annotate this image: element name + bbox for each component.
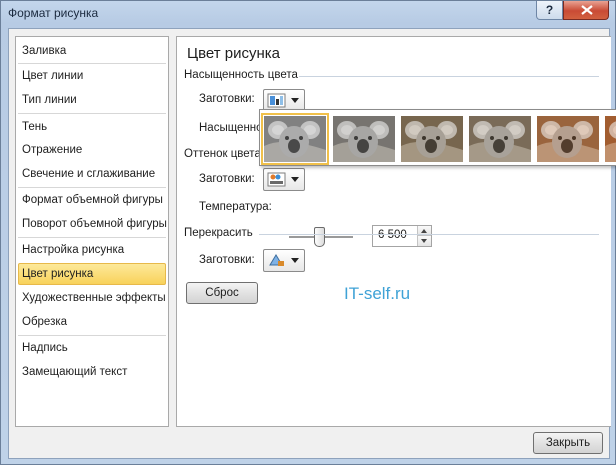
color-tone-icon (267, 172, 286, 187)
settings-panel: Цвет рисунка Насыщенность цвета Заготовк… (176, 36, 611, 427)
reset-button[interactable]: Сброс (186, 282, 258, 304)
help-icon: ? (545, 3, 554, 17)
saturation-presets-label: Заготовки: (199, 93, 255, 105)
preset-thumbnail[interactable] (333, 116, 395, 162)
nav-item-label: Тип линии (22, 94, 77, 106)
nav-separator (18, 187, 166, 188)
koala-image (537, 116, 599, 162)
recolor-presets-label: Заготовки: (199, 254, 255, 266)
preset-thumbnail[interactable] (605, 116, 616, 162)
tone-presets-dropdown[interactable] (263, 168, 305, 191)
temperature-value: 6 500 (378, 229, 407, 241)
nav-separator (18, 335, 166, 336)
tone-heading: Оттенок цвета (184, 148, 261, 160)
watermark-text: IT-self.ru (344, 284, 411, 303)
title-bar[interactable]: Формат рисунка ? (1, 1, 616, 27)
nav-item-fill[interactable]: Заливка (18, 40, 166, 62)
nav-item-shadow[interactable]: Тень (18, 116, 166, 138)
nav-item-glow[interactable]: Свечение и сглаживание (18, 163, 166, 185)
nav-item-picture-color[interactable]: Цвет рисунка (18, 263, 166, 285)
nav-item-reflection[interactable]: Отражение (18, 139, 166, 161)
section-divider (259, 234, 599, 235)
nav-item-label: Тень (22, 121, 48, 133)
chevron-down-icon (291, 98, 299, 103)
stepper-down-button[interactable] (418, 236, 431, 246)
nav-separator (18, 63, 166, 64)
page-title: Цвет рисунка (187, 45, 281, 62)
preset-thumbnail[interactable] (261, 113, 329, 165)
koala-image (605, 116, 616, 162)
nav-separator (18, 237, 166, 238)
close-button[interactable]: Закрыть (533, 432, 603, 454)
section-divider (299, 76, 599, 77)
recolor-presets-dropdown[interactable] (263, 249, 305, 272)
close-icon (581, 5, 593, 15)
window-title: Формат рисунка (8, 6, 99, 20)
recolor-icon (269, 254, 284, 266)
koala-image (401, 116, 463, 162)
nav-item-label: Цвет рисунка (22, 268, 94, 280)
koala-image (333, 116, 395, 162)
nav-item-label: Цвет линии (22, 70, 84, 82)
nav-item-label: Заливка (22, 45, 67, 57)
temperature-stepper[interactable]: 6 500 (372, 225, 432, 247)
koala-image (469, 116, 531, 162)
nav-item-label: Замещающий текст (22, 366, 128, 378)
nav-item-label: Художественные эффекты (22, 292, 166, 304)
chevron-down-icon (291, 177, 299, 182)
nav-item-text-box[interactable]: Надпись (18, 337, 166, 359)
nav-item-label: Свечение и сглаживание (22, 168, 156, 180)
dialog-body: Заливка Цвет линии Тип линии Тень Отраже… (8, 28, 611, 459)
nav-separator (18, 113, 166, 114)
nav-item-artistic-effects[interactable]: Художественные эффекты (18, 287, 166, 309)
saturation-preset-gallery (259, 109, 616, 166)
saturation-heading: Насыщенность цвета (184, 69, 298, 81)
nav-item-label: Настройка рисунка (22, 244, 125, 256)
recolor-heading: Перекрасить (184, 227, 253, 239)
nav-item-3d-format[interactable]: Формат объемной фигуры (18, 189, 166, 211)
help-button[interactable]: ? (536, 1, 563, 20)
nav-item-label: Отражение (22, 144, 83, 156)
nav-item-alt-text[interactable]: Замещающий текст (18, 361, 166, 383)
nav-item-label: Формат объемной фигуры (22, 194, 163, 206)
saturation-preset-icon (267, 93, 286, 108)
nav-item-line-style[interactable]: Тип линии (18, 89, 166, 111)
nav-item-label: Надпись (22, 342, 68, 354)
tone-presets-label: Заготовки: (199, 173, 255, 185)
dialog-window: Формат рисунка ? Заливка Цвет линии Тип … (0, 0, 616, 465)
nav-item-picture-corrections[interactable]: Настройка рисунка (18, 239, 166, 261)
preset-thumbnail[interactable] (401, 116, 463, 162)
nav-item-label: Обрезка (22, 316, 68, 328)
preset-thumbnail[interactable] (469, 116, 531, 162)
nav-item-label: Поворот объемной фигуры (22, 218, 167, 230)
temperature-slider-handle[interactable] (314, 227, 325, 247)
stepper-buttons (417, 226, 431, 246)
nav-item-3d-rotation[interactable]: Поворот объемной фигуры (18, 213, 167, 235)
category-list: Заливка Цвет линии Тип линии Тень Отраже… (15, 36, 169, 427)
window-close-button[interactable] (563, 1, 609, 20)
chevron-down-icon (291, 258, 299, 263)
koala-image (264, 116, 326, 162)
preset-thumbnail[interactable] (537, 116, 599, 162)
temperature-label: Температура: (199, 201, 272, 213)
nav-item-crop[interactable]: Обрезка (18, 311, 166, 333)
nav-item-line-color[interactable]: Цвет линии (18, 65, 166, 87)
